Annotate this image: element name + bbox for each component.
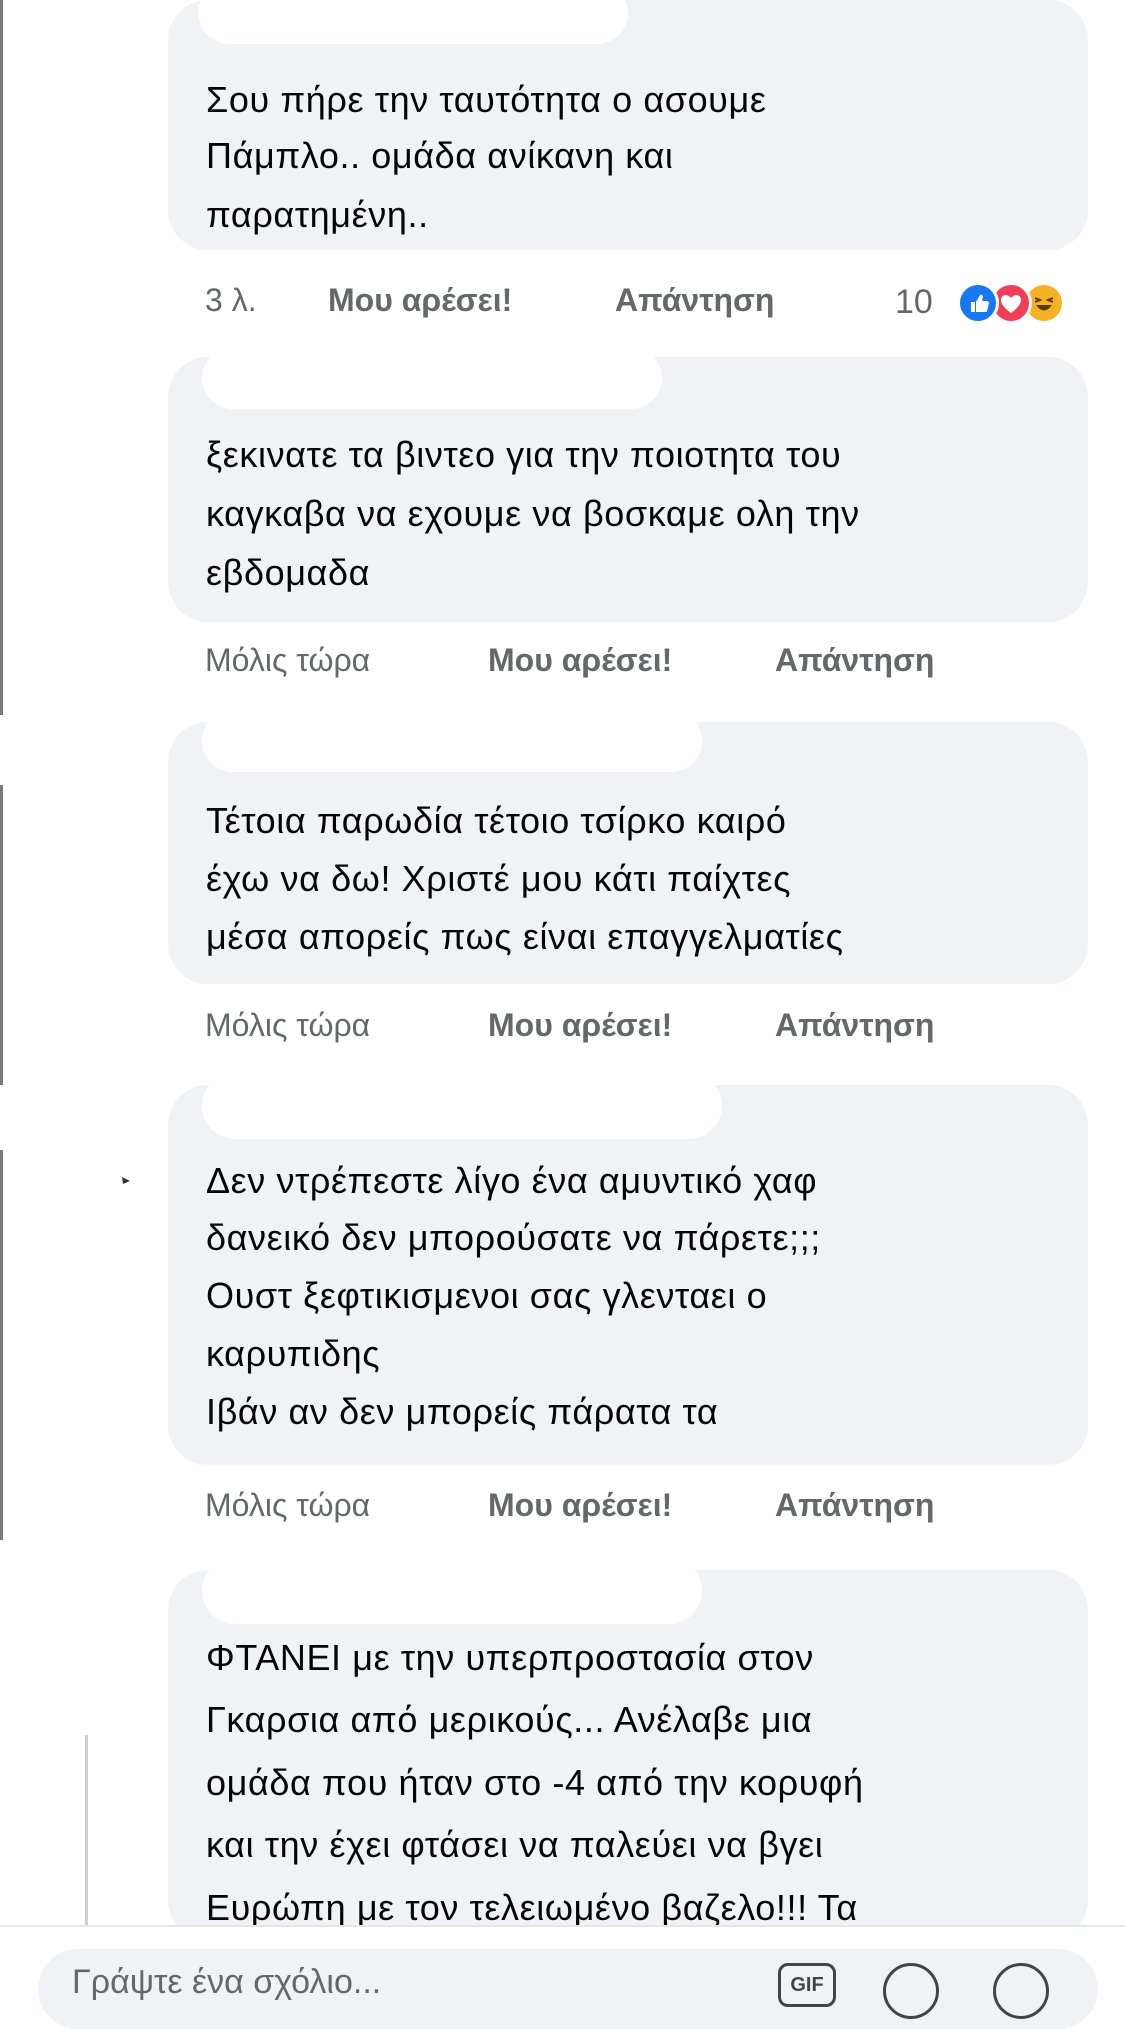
- comment-timestamp: 3 λ.: [205, 282, 257, 318]
- comment-text: μέσα απορείς πως είναι επαγγελματίες: [206, 916, 844, 957]
- reaction-count: 10: [895, 283, 933, 321]
- comment-actions: Μόλις τώρα Μου αρέσει! Απάντηση: [205, 630, 1105, 690]
- redacted-author-name: [202, 1073, 722, 1139]
- sticker-icon[interactable]: [883, 1963, 939, 2019]
- reply-thread-line: [85, 1735, 88, 1925]
- redacted-author-name: [202, 1558, 702, 1624]
- like-button[interactable]: Μου αρέσει!: [328, 270, 512, 330]
- comment-composer: Γράψτε ένα σχόλιο... GIF: [0, 1925, 1125, 2029]
- comment-actions: Μόλις τώρα Μου αρέσει! Απάντηση: [205, 1475, 1105, 1535]
- comment-text: ομάδα που ήταν στο -4 από την κορυφή: [206, 1762, 864, 1803]
- comment-text: παρατημένη..: [206, 194, 429, 235]
- reply-button[interactable]: Απάντηση: [775, 1475, 934, 1535]
- comment-input-placeholder: Γράψτε ένα σχόλιο...: [72, 1963, 382, 2001]
- comment-text: Ουστ ξεφτικισμενοι σας γλενταει ο: [206, 1275, 768, 1316]
- redacted-author-name: [202, 347, 662, 409]
- redacted-author-name: [198, 0, 628, 44]
- like-button[interactable]: Μου αρέσει!: [488, 1475, 672, 1535]
- comment-text: Τέτοια παρωδία τέτοιο τσίρκο καιρό: [206, 800, 787, 841]
- comment-actions: Μόλις τώρα Μου αρέσει! Απάντηση: [205, 995, 1105, 1055]
- comment-bubble: Δεν ντρέπεστε λίγο ένα αμυντικό χαφ δανε…: [168, 1073, 1088, 1465]
- comment-input[interactable]: Γράψτε ένα σχόλιο... GIF: [38, 1949, 1098, 2029]
- like-icon: [957, 282, 999, 324]
- comment-timestamp: Μόλις τώρα: [205, 642, 371, 678]
- comment-bubble: ξεκινατε τα βιντεο για την ποιοτητα του …: [168, 347, 1088, 622]
- reply-button[interactable]: Απάντηση: [775, 630, 934, 690]
- thread-edge-line: [0, 1150, 3, 1540]
- gif-icon[interactable]: GIF: [778, 1963, 836, 2007]
- comment-text: Γκαρσια από μερικούς... Ανέλαβε μια: [206, 1699, 813, 1740]
- avatar[interactable]: [120, 1174, 132, 1186]
- reply-button[interactable]: Απάντηση: [775, 995, 934, 1055]
- comment-text: εβδομαδα: [206, 552, 371, 593]
- comment-bubble: Σου πήρε την ταυτότητα ο ασουμε Πάμπλο..…: [168, 0, 1088, 250]
- comment-text: ξεκινατε τα βιντεο για την ποιοτητα του: [206, 434, 842, 475]
- emoji-icon[interactable]: [993, 1963, 1049, 2019]
- like-button[interactable]: Μου αρέσει!: [488, 995, 672, 1055]
- comment-text: ΦΤΑΝΕΙ με την υπερπροστασία στον: [206, 1637, 814, 1678]
- comment-text: και την έχει φτάσει να παλεύει να βγει: [206, 1824, 824, 1865]
- comment-text: δανεικό δεν μπορούσατε να πάρετε;;;: [206, 1217, 821, 1258]
- comment-bubble: ΦΤΑΝΕΙ με την υπερπροστασία στον Γκαρσια…: [168, 1558, 1088, 1940]
- comment-text: καγκαβα να εχουμε να βοσκαμε ολη την: [206, 493, 860, 534]
- comment-text: Ιβάν αν δεν μπορείς πάρατα τα: [206, 1391, 719, 1432]
- thread-edge-line: [0, 0, 3, 715]
- comment-timestamp: Μόλις τώρα: [205, 1007, 371, 1043]
- comment-text: καρυπιδης: [206, 1333, 381, 1374]
- like-button[interactable]: Μου αρέσει!: [488, 630, 672, 690]
- comment-bubble: Τέτοια παρωδία τέτοιο τσίρκο καιρό έχω ν…: [168, 710, 1088, 984]
- comment-text: Πάμπλο.. ομάδα ανίκανη και: [206, 135, 674, 176]
- reply-button[interactable]: Απάντηση: [615, 270, 774, 330]
- redacted-author-name: [202, 710, 702, 772]
- thread-edge-line: [0, 785, 3, 1085]
- comment-text: έχω να δω! Χριστέ μου κάτι παίχτες: [206, 858, 792, 899]
- comment-timestamp: Μόλις τώρα: [205, 1487, 371, 1523]
